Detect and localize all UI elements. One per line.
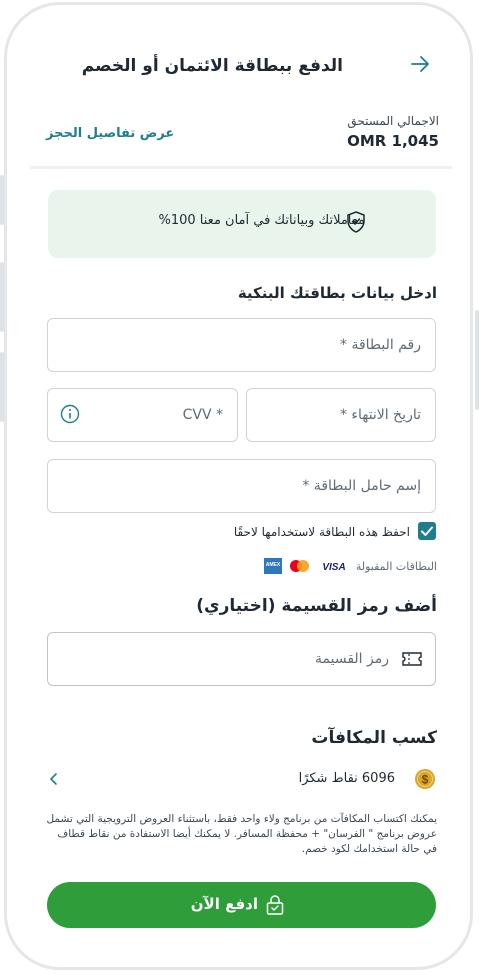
booking-details-link[interactable]: عرض تفاصيل الحجز [46, 126, 174, 141]
arrow-icon[interactable] [408, 52, 432, 76]
visa-logo-icon: VISA [322, 562, 345, 573]
promo-title: أضف رمز القسيمة (اختياري) [196, 596, 437, 616]
chevron-left-icon[interactable] [48, 770, 60, 788]
divider [30, 166, 452, 169]
page-title: الدفع ببطاقة الائتمان أو الخصم [81, 56, 343, 76]
card-holder-field[interactable]: إسم حامل البطاقة * [47, 459, 436, 513]
accepted-cards-logos: AMEX VISA [264, 558, 346, 574]
total-value: OMR 1,045 [347, 132, 439, 150]
save-card-label: احفظ هذه البطاقة لاستخدامها لاحقًا [233, 525, 410, 539]
card-number-field[interactable]: رقم البطاقة * [47, 318, 436, 372]
svg-text:AMEX: AMEX [266, 562, 281, 568]
check-icon [421, 526, 433, 536]
cvv-placeholder: CVV * [182, 407, 223, 423]
promo-code-placeholder: رمز القسيمة [315, 651, 389, 667]
promo-code-field[interactable]: رمز القسيمة [47, 632, 436, 686]
rewards-disclaimer: يمكنك اكتساب المكافآت من برنامج ولاء واح… [46, 813, 437, 855]
rewards-title: كسب المكافآت [311, 728, 437, 748]
info-icon[interactable] [60, 404, 80, 424]
card-form-title: ادخل بيانات بطاقتك البنكية [237, 284, 437, 302]
save-card-checkbox[interactable] [418, 522, 436, 540]
card-number-placeholder: رقم البطاقة * [340, 337, 421, 353]
card-holder-placeholder: إسم حامل البطاقة * [302, 478, 421, 494]
lock-icon [266, 895, 284, 915]
device-button [475, 310, 479, 410]
pay-now-button[interactable]: ادفع الآن [47, 882, 436, 928]
reward-points: 6096 نقاط شكرًا [298, 771, 395, 786]
cvv-field[interactable]: CVV * [47, 388, 238, 442]
pay-now-label: ادفع الآن [190, 895, 258, 913]
accepted-cards-label: البطاقات المقبولة [355, 560, 437, 573]
coin-icon: $ [415, 769, 435, 789]
expiry-field[interactable]: تاريخ الانتهاء * [246, 388, 436, 442]
ticket-icon [402, 652, 422, 666]
amex-logo-icon: AMEX [264, 558, 282, 574]
expiry-placeholder: تاريخ الانتهاء * [339, 407, 421, 423]
svg-text:$: $ [422, 773, 429, 787]
total-label: الاجمالي المستحق [347, 114, 439, 128]
security-message: معاملاتك وبياناتك في آمان معنا 100% [158, 213, 365, 228]
mastercard-logo-icon [290, 560, 309, 572]
